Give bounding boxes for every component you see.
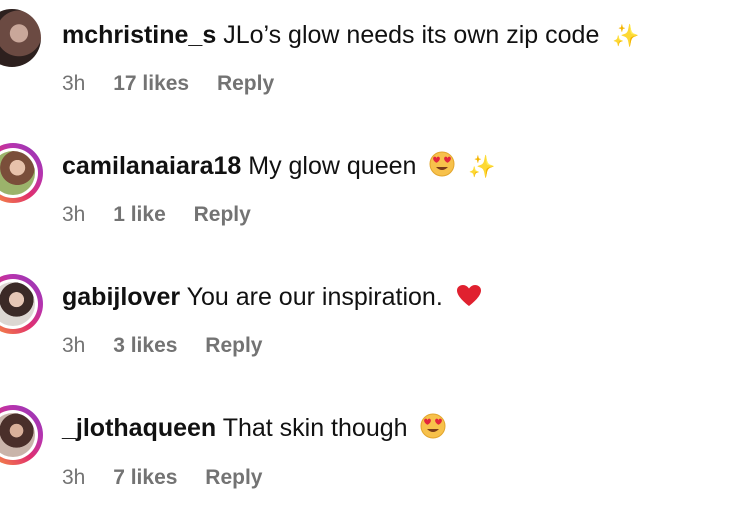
timestamp: 3h xyxy=(62,72,86,95)
username[interactable]: _jlothaqueen xyxy=(62,414,216,442)
comment-meta: 3h 3 likes Reply xyxy=(62,333,262,359)
red-heart-icon xyxy=(456,284,482,315)
comment-line: camilanaiara18 My glow queen ✨ xyxy=(62,151,496,184)
sparkles-icon: ✨ xyxy=(468,154,496,179)
comment-line: gabijlover You are our inspiration. xyxy=(62,282,482,315)
reply-button[interactable]: Reply xyxy=(205,333,262,359)
avatar-photo xyxy=(0,282,35,326)
comment-item: mchristine_s JLo’s glow needs its own zi… xyxy=(0,0,730,120)
timestamp: 3h xyxy=(62,334,86,357)
likes-count[interactable]: 7 likes xyxy=(113,465,177,491)
reply-button[interactable]: Reply xyxy=(205,465,262,491)
comment-item: camilanaiara18 My glow queen ✨ 3h 1 like… xyxy=(0,133,730,253)
timestamp: 3h xyxy=(62,466,86,489)
comment-line: _jlothaqueen That skin though xyxy=(62,413,446,446)
avatar-photo xyxy=(0,151,35,195)
comment-meta: 3h 1 like Reply xyxy=(62,202,251,228)
reply-button[interactable]: Reply xyxy=(217,71,274,97)
likes-count[interactable]: 3 likes xyxy=(113,333,177,359)
avatar[interactable] xyxy=(0,143,43,203)
comment-meta: 3h 7 likes Reply xyxy=(62,465,262,491)
avatar-ring-gap xyxy=(0,410,38,460)
timestamp: 3h xyxy=(62,203,86,226)
comment-item: gabijlover You are our inspiration. 3h 3… xyxy=(0,264,730,384)
likes-count[interactable]: 1 like xyxy=(113,202,166,228)
username[interactable]: gabijlover xyxy=(62,283,180,311)
comment-text: My glow queen xyxy=(248,152,417,180)
username[interactable]: camilanaiara18 xyxy=(62,152,241,180)
comment-meta: 3h 17 likes Reply xyxy=(62,71,274,97)
comment-line: mchristine_s JLo’s glow needs its own zi… xyxy=(62,20,640,51)
comment-text: That skin though xyxy=(222,414,408,442)
avatar[interactable] xyxy=(0,405,43,465)
reply-button[interactable]: Reply xyxy=(194,202,251,228)
avatar-photo xyxy=(0,413,35,457)
sparkles-icon: ✨ xyxy=(612,23,640,48)
comment-text: You are our inspiration. xyxy=(186,283,443,311)
heart-eyes-icon xyxy=(420,413,446,446)
username[interactable]: mchristine_s xyxy=(62,21,216,49)
comment-item: _jlothaqueen That skin though 3h 7 likes… xyxy=(0,395,730,515)
heart-eyes-icon xyxy=(429,151,455,184)
comment-text: JLo’s glow needs its own zip code xyxy=(223,21,600,49)
avatar[interactable] xyxy=(0,9,41,67)
avatar[interactable] xyxy=(0,274,43,334)
avatar-ring-gap xyxy=(0,279,38,329)
likes-count[interactable]: 17 likes xyxy=(113,71,189,97)
avatar-ring-gap xyxy=(0,148,38,198)
